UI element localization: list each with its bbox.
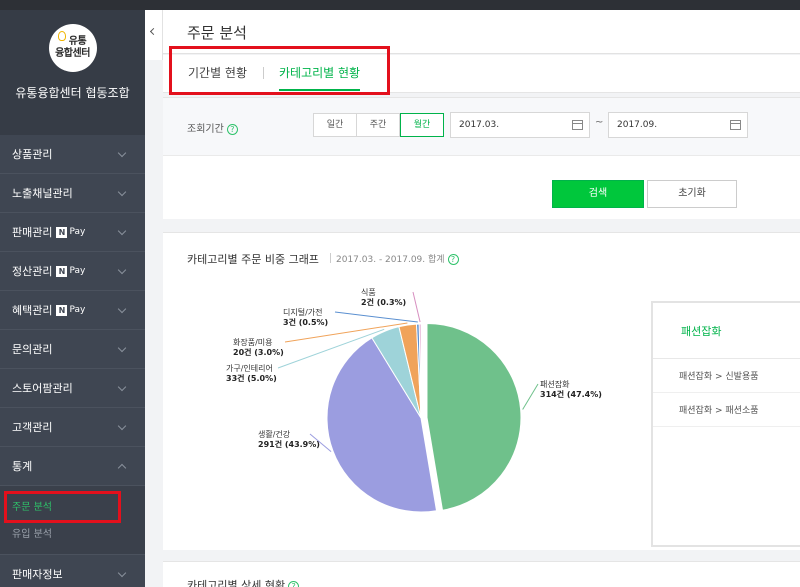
chevron-down-icon <box>117 148 127 158</box>
sidebar-item-sales[interactable]: 판매관리 N Pay <box>0 213 145 252</box>
npay-badge: N Pay <box>56 265 85 277</box>
chevron-down-icon <box>117 226 127 236</box>
pie-slice-label: 디지털/가전 <box>283 307 323 317</box>
calendar-icon[interactable] <box>730 120 741 130</box>
search-panel: 조회기간? 일간 주간 월간 2017.03. ~ 2017.09. 검색 초기… <box>163 97 800 219</box>
highlight-box-tabs <box>169 46 390 95</box>
calendar-icon[interactable] <box>572 120 583 130</box>
chevron-down-icon <box>117 421 127 431</box>
period-daily-button[interactable]: 일간 <box>313 113 357 137</box>
chevron-down-icon <box>117 265 127 275</box>
period-weekly-button[interactable]: 주간 <box>356 113 400 137</box>
sidebar-item-label: 판매자정보 <box>12 567 63 581</box>
pie-leader-line <box>522 383 539 410</box>
naver-n-icon: N <box>56 226 68 238</box>
help-icon[interactable]: ? <box>288 580 300 587</box>
period-filter-row: 조회기간? 일간 주간 월간 2017.03. ~ 2017.09. <box>163 98 800 156</box>
chevron-down-icon <box>117 568 127 578</box>
chart-panel: 카테고리별 주문 비중 그래프 2017.03. - 2017.09. 합계? … <box>163 232 800 550</box>
highlight-box-submenu <box>4 491 121 523</box>
pie-slice-value: 314건 (47.4%) <box>540 389 602 399</box>
sidebar-item-inquiries[interactable]: 문의관리 <box>0 330 145 369</box>
sidebar-item-customers[interactable]: 고객관리 <box>0 408 145 447</box>
naver-n-icon: N <box>56 265 68 277</box>
pie-slice-value: 2건 (0.3%) <box>361 297 406 307</box>
side-table-row[interactable]: 패션잡화 > 패션소품 <box>653 393 800 427</box>
pie-slice-value: 291건 (43.9%) <box>258 439 320 449</box>
pie-slice-value: 3건 (0.5%) <box>283 317 328 327</box>
chevron-down-icon <box>117 304 127 314</box>
logo-line1: 유통 <box>68 36 87 47</box>
pie-slice-value: 33건 (5.0%) <box>226 373 277 383</box>
chevron-down-icon <box>117 343 127 353</box>
brand-area: 유통 융합센터 유통융합센터 협동조합 <box>0 10 145 135</box>
side-table-row[interactable]: 패션잡화 > 신발용품 <box>653 359 800 393</box>
logo-line2: 융합센터 <box>55 48 90 59</box>
sidebar-item-products[interactable]: 상품관리 <box>0 135 145 174</box>
chart-title: 카테고리별 주문 비중 그래프 <box>187 253 319 266</box>
sidebar-subitem-traffic-analysis[interactable]: 유입 분석 <box>0 519 145 546</box>
help-icon[interactable]: ? <box>226 123 238 135</box>
chevron-down-icon <box>117 187 127 197</box>
sidebar-item-label: 혜택관리 <box>12 304 53 317</box>
help-icon[interactable]: ? <box>447 254 459 265</box>
sidebar-item-label: 고객관리 <box>12 421 53 434</box>
chevron-left-icon <box>149 27 158 36</box>
sidebar-item-label: 판매관리 <box>12 226 53 239</box>
sidebar-item-seller-info[interactable]: 판매자정보 <box>0 554 145 587</box>
side-table-header[interactable]: 패션잡화 <box>653 303 800 359</box>
main-content: 주문 분석 기간별 현황 카테고리별 현황 조회기간? 일간 주간 월간 201… <box>163 10 800 587</box>
end-date-field[interactable]: 2017.09. <box>608 112 748 138</box>
chart-subtitle: 2017.03. - 2017.09. 합계? <box>336 252 459 265</box>
pie-slice[interactable] <box>426 323 522 511</box>
npay-badge: N Pay <box>56 304 85 316</box>
period-label: 조회기간? <box>187 120 238 135</box>
page-title: 주문 분석 <box>187 24 247 42</box>
sidebar-item-label: 노출채널관리 <box>12 187 73 200</box>
detail-title: 카테고리별 상세 현황? <box>187 577 300 587</box>
pie-slice-label: 생활/건강 <box>258 429 291 439</box>
sidebar-item-statistics[interactable]: 통계 <box>0 447 145 486</box>
pie-slice-label: 패션잡화 <box>540 379 570 389</box>
sidebar-item-label: 통계 <box>12 460 33 473</box>
sidebar-item-label: 문의관리 <box>12 343 53 356</box>
period-monthly-button[interactable]: 월간 <box>400 113 444 137</box>
sidebar-collapse-button[interactable] <box>145 10 163 60</box>
sidebar-item-label: 스토어팜관리 <box>12 382 73 395</box>
category-side-table: 패션잡화 패션잡화 > 신발용품 패션잡화 > 패션소품 <box>651 301 800 547</box>
category-pie-chart: 패션잡화314건 (47.4%) 생활/건강291건 (43.9%) 가구/인테리어… <box>226 288 602 513</box>
search-button[interactable]: 검색 <box>552 180 644 208</box>
pie-leader-line <box>412 291 421 323</box>
pie-slice-label: 가구/인테리어 <box>226 363 273 373</box>
store-name: 유통융합센터 협동조합 <box>15 86 130 100</box>
naver-n-icon: N <box>56 304 68 316</box>
pie-slice-label: 식품 <box>361 288 376 297</box>
sidebar-item-settlement[interactable]: 정산관리 N Pay <box>0 252 145 291</box>
top-bar <box>0 0 800 10</box>
pie-slice-value: 20건 (3.0%) <box>233 347 284 357</box>
sidebar-item-label: 상품관리 <box>12 148 53 161</box>
start-date-field[interactable]: 2017.03. <box>450 112 590 138</box>
reset-button[interactable]: 초기화 <box>647 180 737 208</box>
pie-slice-label: 화장품/미용 <box>233 337 273 347</box>
sidebar-item-storefarm[interactable]: 스토어팜관리 <box>0 369 145 408</box>
chart-title-divider <box>330 253 331 263</box>
date-range-separator: ~ <box>595 117 604 128</box>
chevron-down-icon <box>117 382 127 392</box>
brand-logo[interactable]: 유통 융합센터 <box>48 24 97 72</box>
pie-leader-line <box>334 311 418 323</box>
chevron-up-icon <box>117 463 127 473</box>
sidebar-item-channels[interactable]: 노출채널관리 <box>0 174 145 213</box>
npay-badge: N Pay <box>56 226 85 238</box>
sidebar-item-benefits[interactable]: 혜택관리 N Pay <box>0 291 145 330</box>
detail-panel: 카테고리별 상세 현황? <box>163 561 800 587</box>
sidebar-item-label: 정산관리 <box>12 265 53 278</box>
